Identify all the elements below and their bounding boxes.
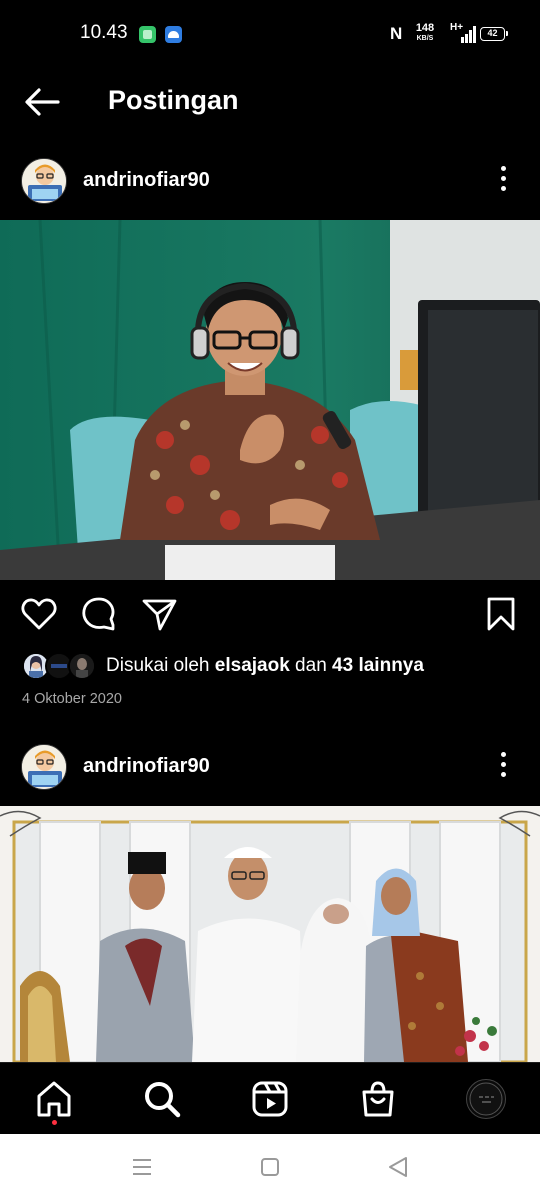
nav-shop[interactable] [358, 1079, 398, 1119]
comment-icon [82, 597, 115, 631]
liked-by-username[interactable]: elsajaok [215, 655, 290, 676]
home-icon [37, 1081, 71, 1117]
menu-icon [133, 1159, 151, 1175]
more-vertical-icon [501, 166, 506, 171]
more-vertical-icon [501, 752, 506, 757]
likes-text: Disukai oleh elsajaok dan 43 lainnya [106, 655, 424, 677]
paper-plane-icon [142, 599, 177, 631]
page-title: Postingan [108, 85, 239, 115]
notification-dot [52, 1120, 57, 1125]
network-speed-unit: KB/S [416, 35, 434, 42]
post-header: andrinofiar90 [0, 736, 540, 796]
network-speed-value: 148 [415, 22, 435, 34]
bottom-navigation [0, 1062, 540, 1134]
signal-icon: H+ [450, 22, 476, 43]
likes-prefix: Disukai oleh [106, 655, 215, 676]
nav-home[interactable] [34, 1079, 74, 1119]
arrow-left-icon [25, 88, 60, 116]
android-app-icon [165, 26, 182, 43]
more-options-button[interactable] [494, 163, 514, 195]
share-button[interactable] [140, 595, 178, 633]
search-icon [145, 1082, 181, 1118]
messages-app-icon [139, 26, 156, 43]
system-back-button[interactable] [384, 1154, 414, 1180]
likes-middle: dan [289, 655, 333, 676]
app-header: Postingan [0, 68, 540, 136]
reels-icon [252, 1081, 288, 1117]
post-image[interactable] [0, 806, 540, 1062]
status-time: 10.43 [80, 22, 128, 43]
nav-search[interactable] [142, 1079, 182, 1119]
liker-avatars [22, 652, 96, 680]
post-date: 4 Oktober 2020 [22, 691, 122, 707]
system-menu-button[interactable] [127, 1154, 157, 1180]
network-speed: 148 KB/S [412, 22, 438, 43]
profile-avatar [469, 1082, 503, 1116]
comment-button[interactable] [80, 595, 118, 633]
save-button[interactable] [482, 595, 520, 633]
battery-icon: 42 [480, 27, 508, 41]
back-button[interactable] [22, 84, 62, 120]
heart-icon [21, 598, 57, 630]
post-image[interactable] [0, 220, 540, 580]
nav-reels[interactable] [250, 1079, 290, 1119]
shopping-bag-icon [362, 1081, 394, 1117]
more-options-button[interactable] [494, 749, 514, 781]
avatar [68, 652, 96, 680]
nfc-icon: N [390, 24, 403, 43]
bookmark-icon [487, 597, 515, 631]
status-bar: 10.43 N 148 KB/S H+ 42 [0, 0, 540, 68]
post-actions [0, 585, 540, 641]
avatar[interactable] [21, 158, 67, 204]
system-navigation [0, 1134, 540, 1200]
post-username[interactable]: andrinofiar90 [83, 755, 210, 778]
avatar[interactable] [21, 744, 67, 790]
likes-others-count[interactable]: 43 lainnya [332, 655, 424, 676]
square-icon [261, 1158, 279, 1176]
likes-summary[interactable]: Disukai oleh elsajaok dan 43 lainnya [0, 648, 540, 684]
like-button[interactable] [20, 595, 58, 633]
triangle-back-icon [389, 1157, 407, 1177]
system-home-button[interactable] [255, 1154, 285, 1180]
network-type: H+ [450, 22, 464, 33]
nav-profile[interactable] [466, 1079, 506, 1119]
post-username[interactable]: andrinofiar90 [83, 169, 210, 192]
post-header: andrinofiar90 [0, 150, 540, 210]
